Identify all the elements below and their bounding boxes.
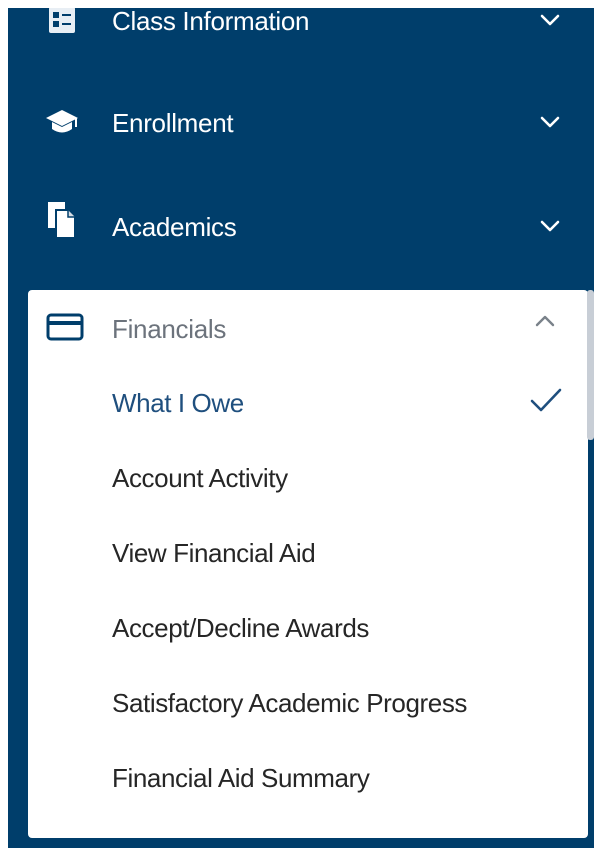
submenu-item-financial-aid-summary[interactable]: Financial Aid Summary [28, 743, 588, 813]
submenu-item-label: Satisfactory Academic Progress [112, 688, 468, 718]
graduation-cap-icon [44, 104, 80, 140]
financials-label: Financials [112, 314, 227, 344]
submenu-item-accept-decline-awards[interactable]: Accept/Decline Awards [28, 593, 588, 663]
chevron-down-icon[interactable] [536, 108, 564, 136]
financials-panel: Financials What I Owe Account Activity V… [28, 290, 588, 838]
nav-item-class-information[interactable]: Class Information [8, 8, 594, 70]
scrollbar-thumb[interactable] [587, 290, 594, 440]
submenu-item-label: What I Owe [112, 388, 244, 418]
nav-item-label: Class Information [112, 8, 310, 36]
submenu-item-label: Accept/Decline Awards [112, 613, 370, 643]
submenu-item-label: View Financial Aid [112, 538, 316, 568]
checkmark-icon [528, 386, 564, 419]
chevron-up-icon[interactable] [534, 314, 556, 333]
nav-item-financials[interactable]: Financials [28, 290, 588, 366]
nav-item-label: Academics [112, 212, 237, 242]
credit-card-icon [46, 312, 84, 347]
nav-item-label: Enrollment [112, 108, 234, 138]
submenu-item-label: Account Activity [112, 463, 288, 493]
chevron-down-icon[interactable] [536, 212, 564, 240]
submenu-item-account-activity[interactable]: Account Activity [28, 443, 588, 513]
submenu-item-what-i-owe[interactable]: What I Owe [28, 368, 588, 438]
submenu-item-satisfactory-academic-progress[interactable]: Satisfactory Academic Progress [28, 668, 588, 738]
submenu-item-label: Financial Aid Summary [112, 763, 370, 793]
submenu-item-view-financial-aid[interactable]: View Financial Aid [28, 518, 588, 588]
class-info-icon [44, 8, 80, 38]
documents-icon [44, 202, 80, 239]
nav-item-academics[interactable]: Academics [8, 176, 594, 276]
nav-item-enrollment[interactable]: Enrollment [8, 74, 594, 174]
chevron-down-icon[interactable] [536, 8, 564, 34]
